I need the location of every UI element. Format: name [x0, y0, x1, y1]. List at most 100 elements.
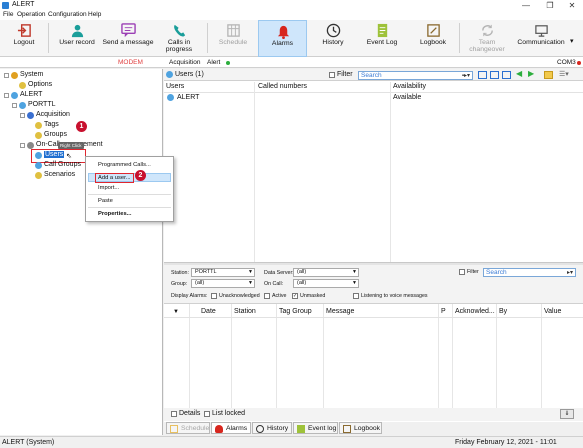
col-tag-group[interactable]: Tag Group [279, 308, 312, 315]
col-priority[interactable]: P [441, 308, 446, 315]
menu-file[interactable]: File [3, 11, 13, 18]
alarms-table: ▼ Date Station Tag Group Message P Ackno… [164, 303, 583, 408]
availability-cell: Available [393, 94, 422, 101]
minimize-button[interactable]: — [515, 0, 537, 11]
view-grid-icon[interactable] [502, 71, 511, 79]
app-icon [2, 2, 9, 9]
col-acknowledged[interactable]: Acknowled... [455, 308, 495, 315]
folder-icon[interactable] [544, 71, 553, 79]
maximize-button[interactable]: ❐ [539, 0, 561, 11]
tree-expander[interactable] [4, 93, 9, 98]
view-list-icon[interactable] [478, 71, 487, 79]
tree-expander[interactable] [4, 73, 9, 78]
col-date[interactable]: Date [201, 308, 216, 315]
menu-help[interactable]: Help [88, 11, 101, 18]
menu-operation[interactable]: Operation [17, 11, 46, 18]
logbook-icon [343, 425, 351, 433]
tree-item-system[interactable]: System [20, 71, 43, 78]
menu-item-programmed-calls[interactable]: Programmed Calls... [98, 162, 151, 168]
col-value[interactable]: Value [544, 308, 561, 315]
users-filter-label: Filter [337, 71, 353, 78]
scroll-down-button[interactable]: ⇓ [560, 409, 574, 419]
alarms-filter-checkbox[interactable] [459, 269, 465, 275]
tree-expander[interactable] [12, 103, 17, 108]
logout-button[interactable]: Logout [2, 20, 46, 57]
send-message-button[interactable]: Send a message [102, 20, 154, 57]
schedule-button[interactable]: Schedule [212, 20, 254, 57]
users-filter-checkbox[interactable] [329, 72, 335, 78]
active-checkbox[interactable] [264, 293, 270, 299]
column-divider [189, 304, 190, 408]
user-record-button[interactable]: User record [54, 20, 100, 57]
tree-expander[interactable] [20, 143, 25, 148]
col-called-numbers[interactable]: Called numbers [258, 83, 307, 90]
navigation-tree: System Options ALERT PORTTL Acquisition … [0, 69, 163, 435]
menu-item-properties[interactable]: Properties... [98, 211, 132, 217]
tree-item-acquisition[interactable]: Acquisition [36, 111, 70, 118]
event-log-icon [297, 425, 305, 433]
arrow-right-icon[interactable]: ▶ [528, 69, 534, 78]
team-changeover-button[interactable]: Team changeover [464, 20, 510, 57]
tab-event-log[interactable]: Event log [293, 422, 338, 434]
col-users[interactable]: Users [166, 83, 184, 90]
more-options-icon[interactable]: ☰▾ [559, 70, 569, 78]
tree-item-groups[interactable]: Groups [44, 131, 67, 138]
close-button[interactable]: ✕ [561, 0, 583, 11]
calls-in-progress-button[interactable]: Calls in progress [154, 20, 204, 57]
column-divider [323, 304, 324, 408]
users-search-input[interactable]: Search ▪▸▾ [358, 71, 473, 80]
tab-logbook[interactable]: Logbook [339, 422, 382, 434]
event-log-button[interactable]: Event Log [357, 20, 407, 57]
tree-item-scenarios[interactable]: Scenarios [44, 171, 75, 178]
history-button[interactable]: History [311, 20, 355, 57]
tree-item-alert[interactable]: ALERT [20, 91, 42, 98]
alarms-search-input[interactable]: Search ▸▾ [483, 268, 576, 277]
search-options-icon[interactable]: ▸▾ [567, 269, 573, 276]
alarm-bell-icon [277, 25, 289, 39]
alert-status: Alert [207, 59, 221, 66]
tab-history[interactable]: History [252, 422, 292, 434]
system-icon [11, 72, 18, 79]
details-checkbox[interactable] [171, 411, 177, 417]
right-click-tooltip: Right Click [58, 142, 84, 149]
table-row[interactable]: ALERT Available [164, 93, 583, 102]
unmasked-label: Unmasked [300, 293, 326, 299]
arrow-left-icon[interactable]: ◀ [516, 69, 522, 78]
dropdown-arrow-icon: ▼ [352, 280, 357, 286]
col-station[interactable]: Station [234, 308, 256, 315]
menu-item-paste[interactable]: Paste [98, 198, 113, 204]
col-by[interactable]: By [499, 308, 507, 315]
menu-configuration[interactable]: Configuration [48, 11, 87, 18]
tree-expander[interactable] [20, 113, 25, 118]
unacknowledged-checkbox[interactable] [211, 293, 217, 299]
col-availability[interactable]: Availability [393, 83, 426, 90]
group-select[interactable]: (all) ▼ [191, 279, 255, 288]
unmasked-checkbox[interactable]: ✓ [292, 293, 298, 299]
communication-button[interactable]: Communication [514, 20, 568, 57]
tree-item-portl[interactable]: PORTTL [28, 101, 56, 108]
view-details-icon[interactable] [490, 71, 499, 79]
tab-alarms[interactable]: Alarms [211, 422, 251, 434]
voice-messages-checkbox[interactable] [353, 293, 359, 299]
details-label: Details [179, 410, 201, 417]
logbook-button[interactable]: Logbook [410, 20, 456, 57]
toolbar-overflow-icon[interactable]: ▾ [570, 37, 574, 45]
col-message[interactable]: Message [326, 308, 354, 315]
toolbar-separator [207, 23, 208, 53]
tree-item-call-groups[interactable]: Call Groups [44, 161, 81, 168]
window-title: ALERT [12, 1, 35, 8]
schedule-icon [227, 24, 240, 37]
sort-icon[interactable]: ▼ [173, 309, 179, 315]
event-log-icon [377, 23, 388, 38]
on-call-select[interactable]: (all) ▼ [293, 279, 359, 288]
tree-item-users[interactable]: Users [44, 151, 65, 158]
station-select[interactable]: PORTTL ▼ [191, 268, 255, 277]
search-options-icon[interactable]: ▪▸▾ [462, 72, 470, 79]
data-server-select[interactable]: (all) ▼ [293, 268, 359, 277]
tree-item-tags[interactable]: Tags [44, 121, 59, 128]
tab-schedule[interactable]: Schedule [166, 422, 210, 434]
list-locked-checkbox[interactable] [204, 411, 210, 417]
alarms-button[interactable]: Alarms [258, 20, 307, 57]
tree-item-options[interactable]: Options [28, 81, 52, 88]
menu-item-import[interactable]: Import... [98, 185, 119, 191]
